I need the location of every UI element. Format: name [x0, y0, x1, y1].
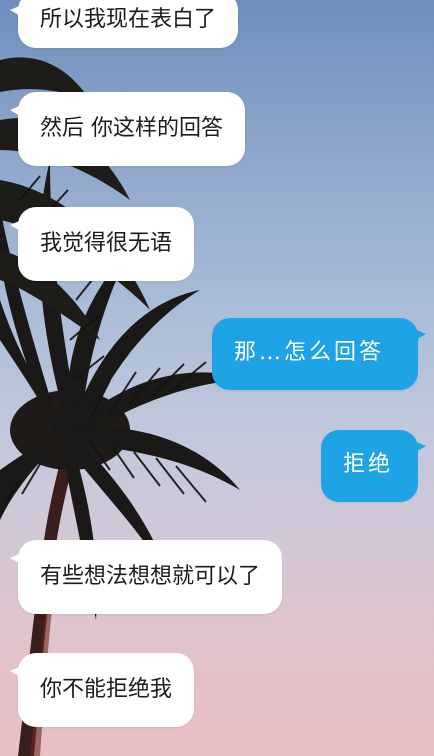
message-text: 我觉得很无语: [40, 231, 173, 256]
message-bubble-sent[interactable]: 拒绝: [321, 430, 426, 502]
message-bubble-received[interactable]: 然后 你这样的回答: [10, 92, 245, 166]
message-bubble-received[interactable]: 我觉得很无语: [10, 207, 195, 281]
message-text: 那…怎么回答: [234, 340, 385, 365]
message-bubble-received[interactable]: 你不能拒绝我: [10, 653, 195, 727]
message-bubble-sent[interactable]: 那…怎么回答: [212, 318, 426, 390]
bubble-tail-icon: [412, 328, 426, 342]
message-text: 然后 你这样的回答: [40, 116, 223, 141]
bubble-tail-icon: [10, 4, 24, 18]
bubble-tail-icon: [10, 552, 24, 566]
bubble-tail-icon: [10, 104, 24, 118]
chat-screen: 所以我现在表白了 然后 你这样的回答 我觉得很无语 那…怎么回答 拒绝 有些想法…: [0, 0, 434, 756]
message-bubble-received[interactable]: 有些想法想想就可以了: [10, 540, 283, 614]
message-text: 拒绝: [343, 452, 394, 477]
message-text: 有些想法想想就可以了: [40, 564, 261, 589]
message-text: 你不能拒绝我: [40, 677, 173, 702]
message-bubble-received[interactable]: 所以我现在表白了: [10, 0, 239, 48]
bubble-tail-icon: [10, 665, 24, 679]
bubble-tail-icon: [412, 440, 426, 454]
message-text: 所以我现在表白了: [40, 7, 217, 32]
bubble-tail-icon: [10, 219, 24, 233]
